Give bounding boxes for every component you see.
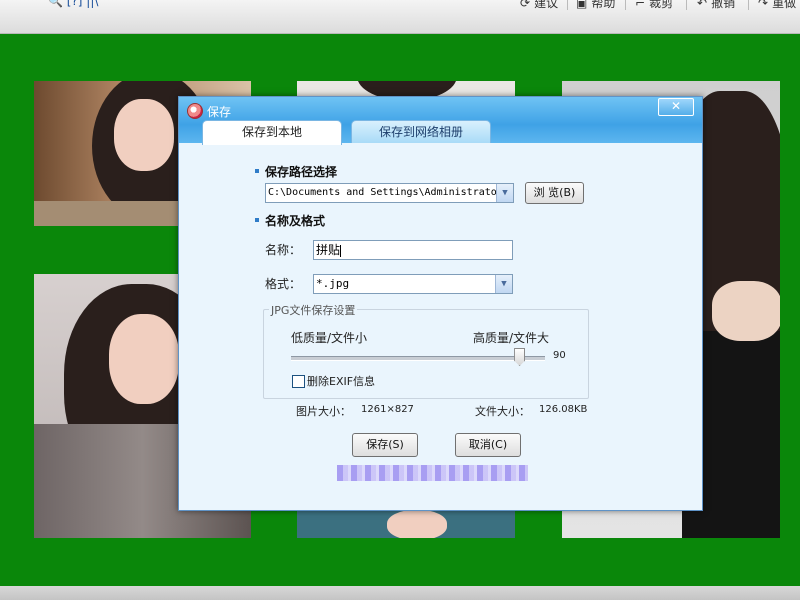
- toolbar-crop-label: 裁剪: [649, 0, 674, 10]
- toolbar-suggest-button[interactable]: ⟳ 建议: [520, 0, 558, 11]
- tab-save-online-album[interactable]: 保存到网络相册: [351, 120, 491, 143]
- low-quality-label: 低质量/文件小: [291, 331, 368, 345]
- name-label: 名称：: [265, 243, 302, 257]
- chevron-down-icon[interactable]: ▼: [495, 275, 512, 293]
- chevron-down-icon[interactable]: ▼: [496, 184, 513, 202]
- app-logo-icon: [187, 103, 203, 119]
- remove-exif-checkbox[interactable]: [292, 375, 305, 388]
- toolbar-help-label: 帮助: [591, 0, 616, 10]
- toolbar-divider: [625, 0, 626, 10]
- toolbar-divider: [748, 0, 749, 10]
- undo-icon: ↶: [697, 0, 708, 10]
- tab-save-local[interactable]: 保存到本地: [202, 120, 342, 145]
- toolbar-divider: [567, 0, 568, 10]
- save-path-value: C:\Documents and Settings\Administrator\…: [268, 187, 514, 198]
- toolbar-redo-button[interactable]: ↷ 重做: [758, 0, 796, 11]
- remove-exif-label[interactable]: 删除EXIF信息: [307, 373, 375, 389]
- photo-face: [109, 314, 179, 404]
- file-size-label: 文件大小：: [475, 405, 530, 418]
- format-select[interactable]: *.jpg ▼: [313, 274, 513, 294]
- help-icon: ▣: [576, 0, 588, 10]
- browse-button[interactable]: 浏 览(B): [525, 182, 584, 204]
- photo-skin: [712, 281, 780, 341]
- photo-face: [114, 99, 174, 171]
- format-value: *.jpg: [316, 277, 350, 290]
- status-strip: [0, 586, 800, 600]
- redo-icon: ↷: [758, 0, 769, 10]
- dialog-title: 保存: [207, 105, 232, 119]
- save-button[interactable]: 保存(S): [352, 433, 418, 457]
- close-button[interactable]: ✕: [658, 98, 694, 116]
- high-quality-label: 高质量/文件大: [473, 331, 550, 345]
- filename-value: 拼贴: [316, 243, 341, 257]
- save-path-dropdown[interactable]: C:\Documents and Settings\Administrator\…: [265, 183, 514, 203]
- toolbar-divider: [686, 0, 687, 10]
- toolbar-suggest-label: 建议: [534, 0, 559, 10]
- image-size-label: 图片大小：: [296, 405, 351, 418]
- section-bullet: [255, 218, 259, 222]
- section-bullet: [255, 169, 259, 173]
- photo-face: [387, 510, 447, 538]
- toolbar-undo-button[interactable]: ↶ 撤销: [697, 0, 735, 11]
- toolbar-help-button[interactable]: ▣ 帮助: [576, 0, 615, 11]
- text-caret: [340, 244, 342, 257]
- collage-photo-5[interactable]: [297, 508, 515, 538]
- path-section-title: 保存路径选择: [265, 165, 338, 179]
- quality-slider-track[interactable]: [291, 356, 545, 361]
- format-section-title: 名称及格式: [265, 214, 326, 228]
- sync-icon: ⟳: [520, 0, 531, 10]
- filename-input[interactable]: 拼贴: [313, 240, 513, 260]
- jpg-settings-title: JPG文件保存设置: [269, 302, 358, 318]
- format-label: 格式：: [265, 277, 302, 291]
- file-size-value: 126.08KB: [539, 404, 588, 415]
- save-dialog: 保存 ✕ 保存到本地 保存到网络相册 保存路径选择 C:\Documents a…: [178, 96, 703, 511]
- dialog-titlebar[interactable]: 保存 ✕ 保存到本地 保存到网络相册: [179, 97, 702, 145]
- toolbar-left-tools[interactable]: 🔍 [?] ||\: [48, 0, 98, 8]
- toolbar-crop-button[interactable]: ⌐ 裁剪: [635, 0, 673, 11]
- pixelated-watermark: [337, 465, 528, 481]
- quality-value: 90: [553, 350, 566, 361]
- image-size-value: 1261×827: [361, 404, 414, 415]
- cancel-button[interactable]: 取消(C): [455, 433, 521, 457]
- toolbar-undo-label: 撤销: [711, 0, 736, 10]
- top-toolbar: 🔍 [?] ||\ ⟳ 建议 ▣ 帮助 ⌐ 裁剪 ↶ 撤销 ↷ 重做: [0, 0, 800, 34]
- crop-icon: ⌐: [635, 0, 646, 10]
- toolbar-redo-label: 重做: [772, 0, 797, 10]
- close-icon: ✕: [670, 99, 682, 113]
